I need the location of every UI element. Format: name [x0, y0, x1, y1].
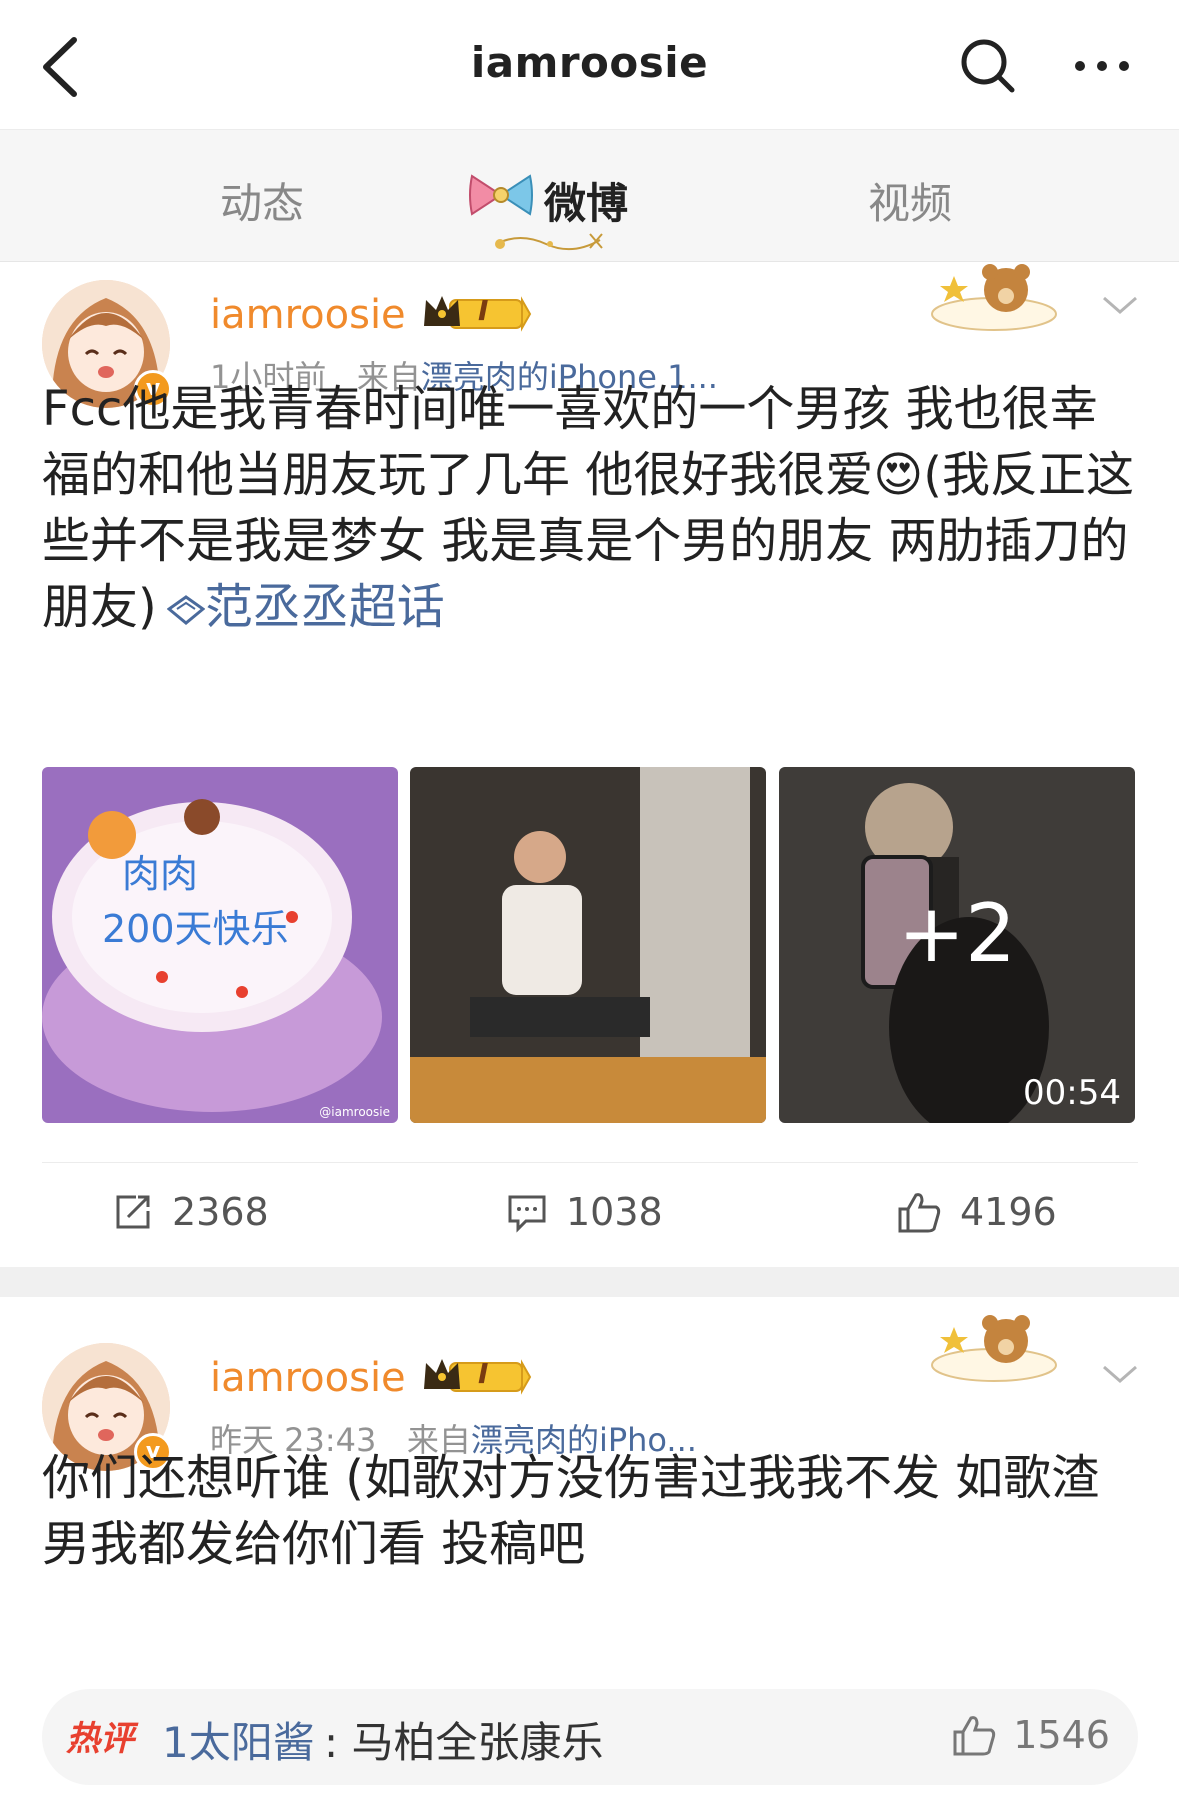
thumbs-up-icon	[898, 1193, 941, 1233]
hot-comment-text: : 马柏全张康乐	[324, 1718, 604, 1767]
bear-sticker-icon	[924, 256, 1064, 336]
post-content: Fcc他是我青春时间唯一喜欢的一个男孩 我也很幸福的和他当朋友玩了几年 他很好我…	[42, 376, 1142, 640]
more-dots-icon[interactable]	[1072, 36, 1132, 96]
weibo-post: v iamroosie I 昨天 23:43 来自漂亮肉的iPho... 你们还…	[0, 1297, 1179, 1799]
post-image-video[interactable]: +2 00:54	[779, 767, 1135, 1123]
post-separator	[0, 1267, 1179, 1297]
repost-icon	[116, 1195, 150, 1229]
tab-dongtai[interactable]: 动态	[220, 170, 304, 231]
comment-count: 1038	[566, 1190, 663, 1234]
more-images-count: +2	[898, 887, 1016, 980]
post-username[interactable]: iamroosie	[210, 292, 406, 338]
post-image-stage[interactable]	[410, 767, 766, 1123]
tab-underline-decoration	[490, 230, 610, 254]
hot-comment-like[interactable]: 1546	[951, 1713, 1110, 1757]
repost-count: 2368	[172, 1190, 269, 1234]
weibo-post: v iamroosie I 1小时前 来自漂亮肉的iPhone 1... Fcc…	[0, 262, 1179, 1267]
comment-icon	[508, 1195, 546, 1233]
member-level: I	[478, 294, 489, 327]
post-username[interactable]: iamroosie	[210, 1355, 406, 1401]
hot-comment-tag: 热评	[66, 1719, 134, 1759]
hot-comment-user[interactable]: 1太阳酱	[162, 1709, 315, 1770]
image-watermark: @iamroosie	[319, 1105, 390, 1119]
chevron-down-icon[interactable]	[1100, 292, 1140, 318]
comment-button[interactable]: 1038	[506, 1190, 663, 1234]
super-topic-diamond-icon	[166, 595, 205, 625]
bear-sticker-icon	[924, 1307, 1064, 1387]
svg-text:200天快乐: 200天快乐	[102, 907, 289, 951]
member-crown-icon: I	[420, 1355, 532, 1397]
hot-comment-like-count: 1546	[1013, 1713, 1110, 1757]
post-content: 你们还想听谁 (如歌对方没伤害过我我不发 如歌渣男我都发给你们看 投稿吧	[42, 1450, 1100, 1572]
post-image-cake[interactable]: 肉肉 200天快乐 @iamroosie	[42, 767, 398, 1123]
member-crown-icon: I	[420, 292, 532, 334]
profile-tabs: 动态 微博 视频	[0, 130, 1179, 262]
video-duration: 00:54	[1023, 1073, 1121, 1113]
hot-comment[interactable]: 热评 1太阳酱 : 马柏全张康乐 1546	[42, 1689, 1138, 1785]
like-button[interactable]: 4196	[896, 1190, 1057, 1234]
bow-icon	[466, 170, 536, 220]
search-icon[interactable]	[958, 36, 1018, 96]
divider	[42, 1162, 1138, 1163]
svg-text:肉肉: 肉肉	[122, 852, 198, 896]
tab-weibo[interactable]: 微博	[544, 170, 628, 231]
super-topic-link[interactable]: 范丞丞超话	[205, 579, 445, 635]
repost-button[interactable]: 2368	[112, 1190, 269, 1234]
like-count: 4196	[960, 1190, 1057, 1234]
thumbs-up-icon	[953, 1716, 996, 1756]
member-level: I	[478, 1357, 489, 1390]
tab-video[interactable]: 视频	[868, 170, 952, 231]
chevron-down-icon[interactable]	[1100, 1361, 1140, 1387]
top-bar: iamroosie	[0, 0, 1179, 130]
